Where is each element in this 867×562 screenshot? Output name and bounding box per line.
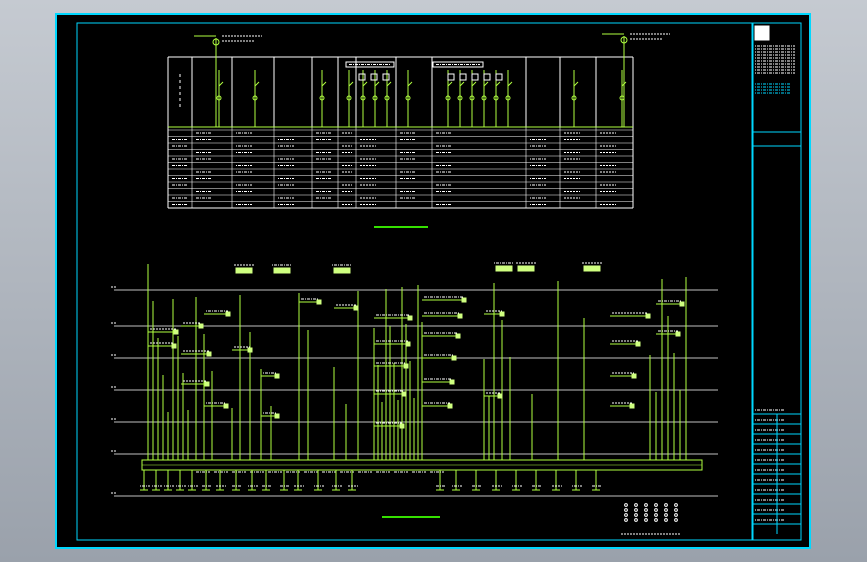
outlet-box-10: [316, 299, 322, 305]
schedule-mark: [664, 518, 668, 522]
outlet-box-13: [405, 341, 411, 347]
riser-diagram: [111, 262, 718, 535]
outlet-box-25: [645, 313, 651, 319]
schedule-mark: [664, 513, 668, 517]
schedule-mark: [634, 508, 638, 512]
panel-schedule-table: [167, 127, 634, 209]
outlet-box-6: [223, 403, 229, 409]
schedule-mark: [634, 518, 638, 522]
breaker-symbol-4: [362, 81, 368, 87]
outlet-box-7: [247, 347, 253, 353]
equipment-tag-0: [235, 267, 253, 274]
outlet-box-23: [499, 311, 505, 317]
breaker-symbol-0: [218, 81, 224, 87]
outlet-box-29: [679, 301, 685, 307]
equipment-tag-4: [517, 265, 535, 272]
schedule-mark: [644, 508, 648, 512]
outlet-box-20: [451, 355, 457, 361]
outlet-box-16: [399, 423, 405, 429]
breaker-symbol-9: [459, 81, 465, 87]
cad-viewport[interactable]: [0, 0, 867, 562]
outlet-box-17: [461, 297, 467, 303]
breaker-symbol-11: [483, 81, 489, 87]
outlet-box-8: [274, 373, 280, 379]
outlet-box-4: [204, 381, 210, 387]
equipment-tag-2: [333, 267, 351, 274]
drawing-canvas: [56, 14, 810, 548]
schedule-mark: [674, 518, 678, 522]
equipment-tag-3: [495, 265, 513, 272]
schedule-mark: [644, 518, 648, 522]
breaker-symbol-8: [447, 81, 453, 87]
meter-box-b3: [483, 73, 491, 81]
schedule-mark: [674, 503, 678, 507]
schedule-mark: [664, 503, 668, 507]
drawing-frames: [56, 14, 810, 548]
single-line-diagram: [167, 33, 670, 228]
outlet-box-24: [497, 393, 503, 399]
inner-border: [76, 22, 753, 541]
breaker-symbol-14: [573, 81, 579, 87]
meter-box-0: [358, 73, 366, 81]
outlet-box-2: [198, 323, 204, 329]
breaker-symbol-3: [348, 81, 354, 87]
outlet-box-12: [407, 315, 413, 321]
schedule-mark: [624, 508, 628, 512]
schedule-mark: [664, 508, 668, 512]
meter-box-b0: [447, 73, 455, 81]
outlet-box-26: [635, 341, 641, 347]
schedule-mark: [644, 513, 648, 517]
breaker-symbol-12: [495, 81, 501, 87]
outlet-box-14: [403, 363, 409, 369]
outlet-box-11: [353, 305, 359, 311]
breaker-symbol-5: [374, 81, 380, 87]
outlet-box-19: [455, 333, 461, 339]
title-block: [752, 22, 802, 541]
schedule-mark: [654, 503, 658, 507]
schedule-mark: [624, 518, 628, 522]
drawing-sheet: [55, 13, 811, 549]
meter-box-b2: [471, 73, 479, 81]
outlet-box-0: [173, 329, 179, 335]
outlet-box-3: [206, 351, 212, 357]
equipment-tag-1: [273, 267, 291, 274]
schedule-mark: [634, 503, 638, 507]
breaker-symbol-2: [321, 81, 327, 87]
outlet-box-5: [225, 311, 231, 317]
schedule-mark: [624, 513, 628, 517]
breaker-symbol-13: [507, 81, 513, 87]
breaker-symbol-1: [254, 81, 260, 87]
meter-box-2: [382, 73, 390, 81]
breaker-symbol-6: [386, 81, 392, 87]
company-logo-block: [754, 25, 770, 41]
schedule-mark: [624, 503, 628, 507]
outlet-box-9: [274, 413, 280, 419]
outlet-box-1: [171, 343, 177, 349]
outer-border: [56, 14, 810, 548]
outlet-box-15: [401, 391, 407, 397]
meter-box-b4: [495, 73, 503, 81]
outlet-box-28: [629, 403, 635, 409]
schedule-mark: [634, 513, 638, 517]
schedule-mark: [654, 513, 658, 517]
outlet-box-30: [675, 331, 681, 337]
schedule-mark: [674, 508, 678, 512]
outlet-box-18: [457, 313, 463, 319]
outlet-box-21: [449, 379, 455, 385]
outlet-box-22: [447, 403, 453, 409]
schedule-mark: [654, 518, 658, 522]
meter-box-1: [370, 73, 378, 81]
schedule-mark: [644, 503, 648, 507]
meter-box-b1: [459, 73, 467, 81]
schedule-mark: [654, 508, 658, 512]
breaker-symbol-7: [407, 81, 413, 87]
outlet-box-27: [631, 373, 637, 379]
breaker-symbol-10: [471, 81, 477, 87]
equipment-tag-5: [583, 265, 601, 272]
schedule-mark: [674, 513, 678, 517]
